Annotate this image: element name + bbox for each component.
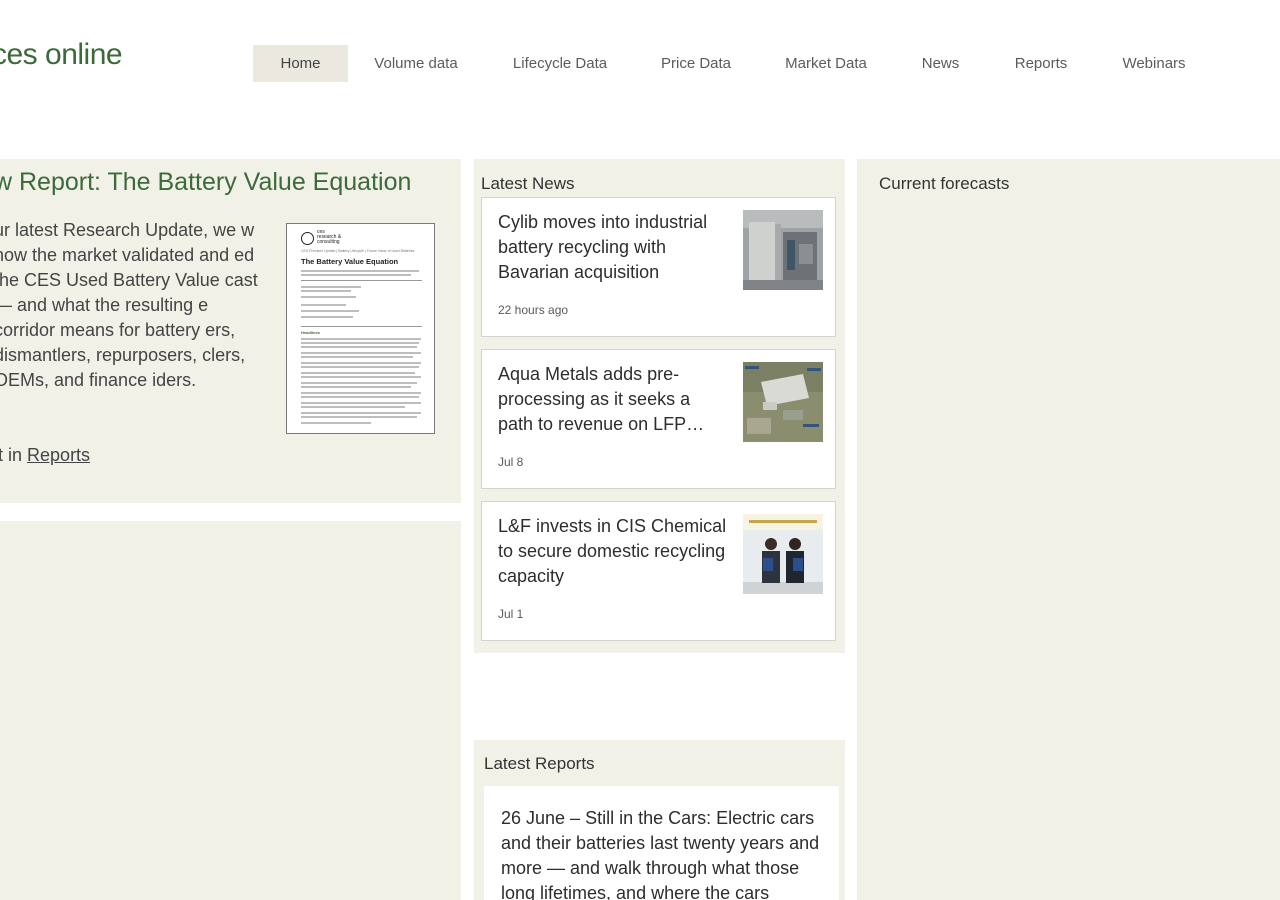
- news-date: Jul 1: [498, 607, 524, 621]
- site-logo[interactable]: ces online: [0, 38, 123, 72]
- news-title[interactable]: L&F invests in CIS Chemical to secure do…: [498, 514, 728, 589]
- feature-link-prefix: it in: [0, 445, 23, 465]
- latest-news-title: Latest News: [481, 174, 575, 193]
- current-forecasts-title: Current forecasts: [879, 174, 1010, 193]
- factory-interior-photo[interactable]: [743, 210, 823, 290]
- nav-price-data[interactable]: Price Data: [653, 45, 739, 82]
- feature-link-line: it in Reports: [0, 445, 90, 466]
- signing-ceremony-photo[interactable]: [743, 514, 823, 594]
- thumbnail-crumb: CES Premium Update | Battery Lifecycle |…: [301, 249, 415, 253]
- news-date: 22 hours ago: [498, 303, 569, 317]
- news-title[interactable]: Cylib moves into industrial battery recy…: [498, 210, 728, 285]
- nav-market-data[interactable]: Market Data: [778, 45, 874, 82]
- thumbnail-brand: ces research & consulting: [317, 229, 342, 245]
- news-title[interactable]: Aqua Metals adds pre-processing as it se…: [498, 362, 728, 437]
- feature-title[interactable]: w Report: The Battery Value Equation: [0, 168, 411, 197]
- thumbnail-title: The Battery Value Equation: [301, 257, 399, 266]
- nav-volume-data[interactable]: Volume data: [366, 45, 466, 82]
- latest-reports-title: Latest Reports: [484, 754, 595, 773]
- report-thumbnail[interactable]: ces research & consulting CES Premium Up…: [286, 223, 435, 434]
- news-card[interactable]: Cylib moves into industrial battery recy…: [481, 197, 836, 337]
- nav-news[interactable]: News: [913, 45, 968, 82]
- report-card[interactable]: 26 June – Still in the Cars: Electric ca…: [484, 786, 839, 900]
- feature-lower-panel: [0, 521, 461, 900]
- report-summary[interactable]: 26 June – Still in the Cars: Electric ca…: [501, 806, 826, 900]
- news-card[interactable]: Aqua Metals adds pre-processing as it se…: [481, 349, 836, 489]
- thumbnail-headlines: Headlines: [301, 330, 320, 335]
- nav-webinars[interactable]: Webinars: [1115, 45, 1193, 82]
- nav-home[interactable]: Home: [253, 45, 348, 82]
- news-date: Jul 8: [498, 455, 524, 469]
- current-forecasts-panel: [857, 159, 1280, 900]
- aerial-site-photo[interactable]: [743, 362, 823, 442]
- news-card[interactable]: L&F invests in CIS Chemical to secure do…: [481, 501, 836, 641]
- reports-link[interactable]: Reports: [27, 445, 90, 465]
- feature-body: ur latest Research Update, we w how the …: [0, 220, 258, 390]
- nav-lifecycle-data[interactable]: Lifecycle Data: [503, 45, 617, 82]
- nav-reports[interactable]: Reports: [1005, 45, 1077, 82]
- ces-ring-logo-icon: [301, 232, 314, 245]
